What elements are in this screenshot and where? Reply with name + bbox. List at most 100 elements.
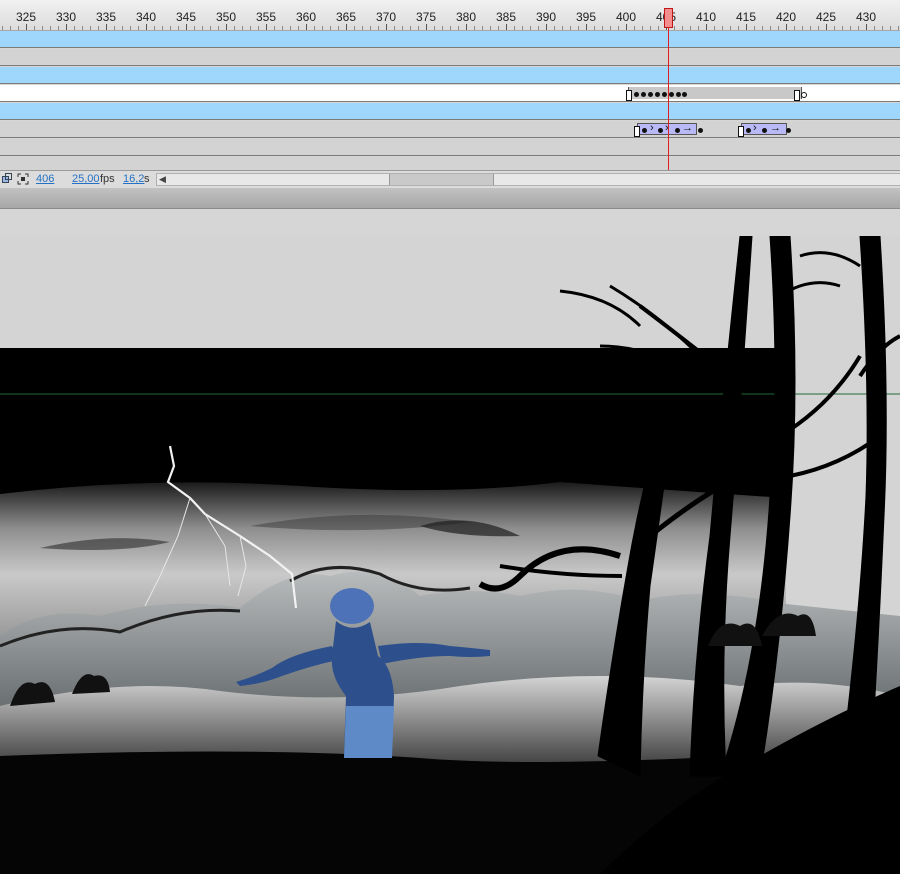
edit-multiple-frames-icon[interactable] [17,173,29,188]
ruler-tick [138,26,139,30]
layer-row[interactable] [0,49,900,66]
keyframe[interactable] [642,128,647,133]
ruler-tick [130,26,131,30]
ruler-tick-label: 365 [335,10,357,24]
ruler-tick [210,26,211,30]
ruler-tick [426,24,427,30]
layer-row[interactable] [0,157,900,170]
ruler-tick-label: 325 [15,10,37,24]
layer-row[interactable] [0,67,900,84]
ruler-tick [626,24,627,30]
layer-row[interactable]: › › → › → [0,121,900,138]
ruler-tick [298,26,299,30]
ruler-tick [186,24,187,30]
ruler-tick [114,26,115,30]
keyframe[interactable] [634,126,640,137]
ruler-tick [202,26,203,30]
timeline-status-bar: 406 25,00 fps 16,2 s ◀ [0,170,900,189]
ruler-tick-label: 355 [255,10,277,24]
keyframe[interactable] [786,128,791,133]
ruler-tick [578,26,579,30]
keyframe[interactable] [669,92,674,97]
ruler-tick [586,24,587,30]
ruler-tick [866,24,867,30]
keyframe[interactable] [746,128,751,133]
ruler-tick [386,24,387,30]
panel-divider[interactable] [0,188,900,209]
ruler-tick [106,24,107,30]
frame-ruler[interactable]: 325 330 335 340 345 350 355 360 365 370 375 380 385 3… [0,0,900,31]
ruler-tick [490,26,491,30]
ruler-tick [10,26,11,30]
keyframe[interactable] [698,128,703,133]
keyframe[interactable] [658,128,663,133]
scrollbar-thumb[interactable] [389,174,494,185]
layer-row[interactable] [0,139,900,156]
ruler-tick [850,26,851,30]
ruler-tick [410,26,411,30]
ruler-tick [514,26,515,30]
tween-arrow-icon: › [650,122,654,134]
ruler-tick [434,26,435,30]
keyframe[interactable] [634,92,639,97]
keyframe[interactable] [655,92,660,97]
ruler-tick [258,26,259,30]
ruler-tick-label: 390 [535,10,557,24]
timeline-horizontal-scrollbar[interactable]: ◀ [156,173,900,186]
ruler-tick [450,26,451,30]
ruler-tick [290,26,291,30]
keyframe[interactable] [626,90,632,101]
keyframe[interactable] [675,128,680,133]
layer-row[interactable] [0,85,900,102]
ruler-tick [442,26,443,30]
scene-artwork [0,236,900,874]
layer-row[interactable] [0,31,900,48]
ruler-tick [226,24,227,30]
keyframe[interactable] [648,92,653,97]
ruler-tick [602,26,603,30]
frame-rate-unit: fps [100,173,115,185]
elapsed-time-value[interactable]: 16,2 [123,173,144,185]
ruler-tick [242,26,243,30]
keyframe[interactable] [738,126,744,137]
ruler-tick [874,26,875,30]
scroll-left-arrow-icon[interactable]: ◀ [159,174,166,185]
ruler-tick [458,26,459,30]
ruler-tick [882,26,883,30]
stage-canvas[interactable] [0,236,900,874]
ruler-tick [802,26,803,30]
keyframe[interactable] [676,92,681,97]
ruler-tick [674,26,675,30]
ruler-tick [154,26,155,30]
playhead-line [668,8,669,173]
ruler-tick [618,26,619,30]
ruler-tick [690,26,691,30]
ruler-tick [890,26,891,30]
layer-row[interactable] [0,103,900,120]
empty-keyframe[interactable] [801,92,807,98]
ruler-tick [26,24,27,30]
keyframe[interactable] [762,128,767,133]
playhead[interactable] [664,8,673,28]
ruler-tick [650,26,651,30]
ruler-tick [482,26,483,30]
keyframe[interactable] [662,92,667,97]
current-frame-value[interactable]: 406 [36,173,54,185]
ruler-tick [346,24,347,30]
ruler-tick [658,26,659,30]
ruler-tick-label: 385 [495,10,517,24]
ruler-tick [266,24,267,30]
ruler-tick [402,26,403,30]
keyframe[interactable] [682,92,687,97]
onion-skin-icon[interactable] [2,173,13,187]
ruler-tick [834,26,835,30]
ruler-tick [466,24,467,30]
ruler-tick-label: 380 [455,10,477,24]
keyframe[interactable] [794,90,800,101]
ruler-tick [194,26,195,30]
ruler-tick-label: 335 [95,10,117,24]
frame-rate-value[interactable]: 25,00 [72,173,100,185]
keyframe[interactable] [641,92,646,97]
tween-arrow-icon: → [770,122,781,134]
ruler-tick [634,26,635,30]
